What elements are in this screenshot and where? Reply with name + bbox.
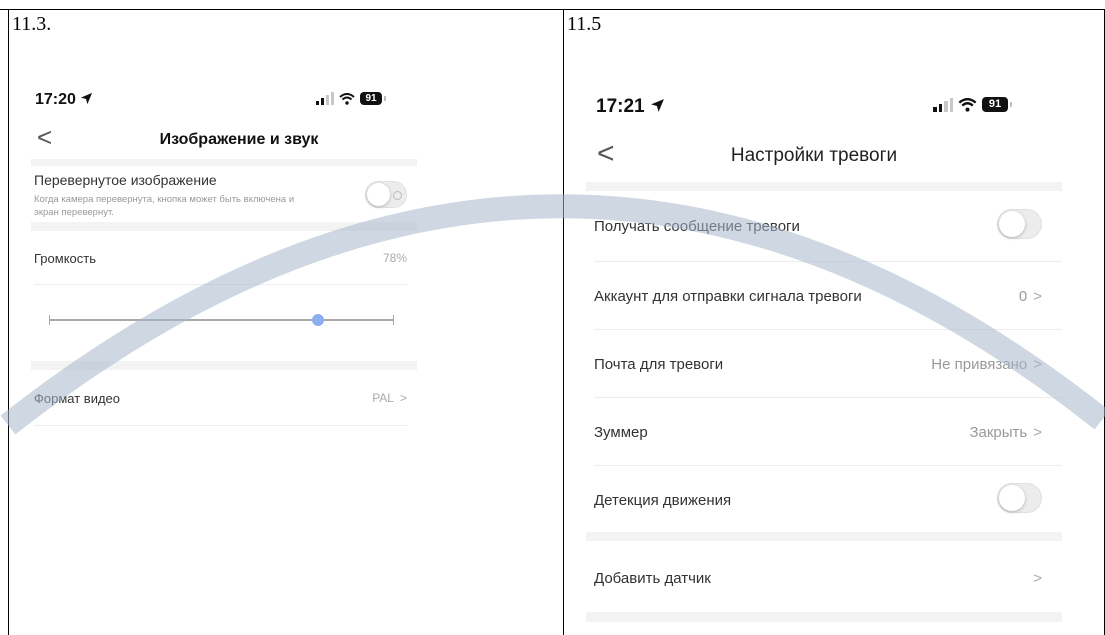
signal-bars-icon: [933, 97, 953, 112]
status-time: 17:20: [35, 91, 93, 109]
section-separator: [586, 532, 1062, 541]
alarm-email-value: Не привязано >: [931, 356, 1042, 373]
back-chevron-icon[interactable]: <: [37, 122, 52, 153]
chevron-right-icon: >: [1033, 356, 1042, 373]
buzzer-row[interactable]: Зуммер Закрыть >: [564, 398, 1084, 466]
status-icons: 91: [316, 92, 386, 105]
chevron-right-icon: >: [1033, 288, 1042, 305]
chevron-right-icon: >: [399, 391, 407, 405]
motion-detection-row: Детекция движения: [564, 466, 1084, 532]
wifi-icon: [958, 97, 977, 112]
section-separator: [31, 361, 417, 370]
back-chevron-icon[interactable]: <: [597, 137, 615, 171]
section-separator: [31, 159, 417, 166]
alarm-account-label: Аккаунт для отправки сигнала тревоги: [594, 288, 862, 305]
buzzer-value: Закрыть >: [969, 424, 1042, 441]
signal-bars-icon: [316, 92, 334, 105]
status-time: 17:21: [596, 96, 665, 118]
receive-alarm-message-toggle[interactable]: [997, 209, 1042, 239]
alarm-account-value: 0 >: [1018, 288, 1042, 305]
location-arrow-icon: [81, 92, 93, 105]
section-separator: [586, 182, 1062, 191]
page-title: Настройки тревоги: [730, 145, 898, 166]
page-title: Изображение и звук: [159, 131, 319, 148]
add-sensor-chevron: >: [864, 570, 1042, 587]
alarm-account-row[interactable]: Аккаунт для отправки сигнала тревоги 0 >: [564, 262, 1084, 330]
battery-icon: 91: [982, 97, 1012, 112]
battery-icon: 91: [360, 92, 386, 105]
alarm-email-label: Почта для тревоги: [594, 356, 724, 373]
motion-detection-toggle[interactable]: [997, 483, 1042, 513]
flip-image-label: Перевернутое изображение: [34, 172, 217, 188]
add-sensor-row[interactable]: Добавить датчик >: [564, 542, 1084, 612]
divider: [34, 425, 407, 426]
flip-image-description-1: Когда камера перевернута, кнопка может б…: [34, 194, 295, 205]
receive-alarm-message-label: Получать сообщение тревоги: [594, 218, 800, 235]
location-arrow-icon: [650, 99, 664, 112]
volume-value: 78%: [382, 251, 407, 265]
panel-alarm-settings: 11.5 17:21 91 < Настройки тревоги Получа…: [563, 9, 1105, 635]
add-sensor-label: Добавить датчик: [594, 570, 711, 587]
caption-right: 11.5: [567, 13, 602, 35]
video-format-value: PAL >: [372, 391, 407, 405]
volume-slider[interactable]: [49, 314, 394, 326]
receive-alarm-message-row: Получать сообщение тревоги: [564, 192, 1084, 260]
section-separator: [586, 612, 1062, 622]
motion-detection-label: Детекция движения: [594, 492, 732, 509]
chevron-right-icon: >: [1033, 424, 1042, 441]
caption-left: 11.3.: [12, 13, 52, 35]
chevron-right-icon: >: [1033, 570, 1042, 587]
volume-label: Громкость: [34, 251, 96, 266]
divider: [34, 284, 407, 285]
wifi-icon: [339, 92, 355, 105]
status-icons: 91: [933, 97, 1012, 112]
video-format-row[interactable]: Формат видео PAL >: [9, 379, 429, 425]
video-format-label: Формат видео: [34, 391, 121, 406]
flip-image-description-2: экран перевернут.: [34, 207, 114, 218]
alarm-email-row[interactable]: Почта для тревоги Не привязано >: [564, 330, 1084, 398]
panel-image-sound: 11.3. 17:20 91 < Изображение и звук Пере…: [8, 9, 564, 635]
volume-slider-thumb[interactable]: [312, 314, 325, 326]
flip-image-toggle[interactable]: [365, 181, 407, 208]
buzzer-label: Зуммер: [594, 424, 648, 441]
section-separator: [31, 222, 417, 231]
